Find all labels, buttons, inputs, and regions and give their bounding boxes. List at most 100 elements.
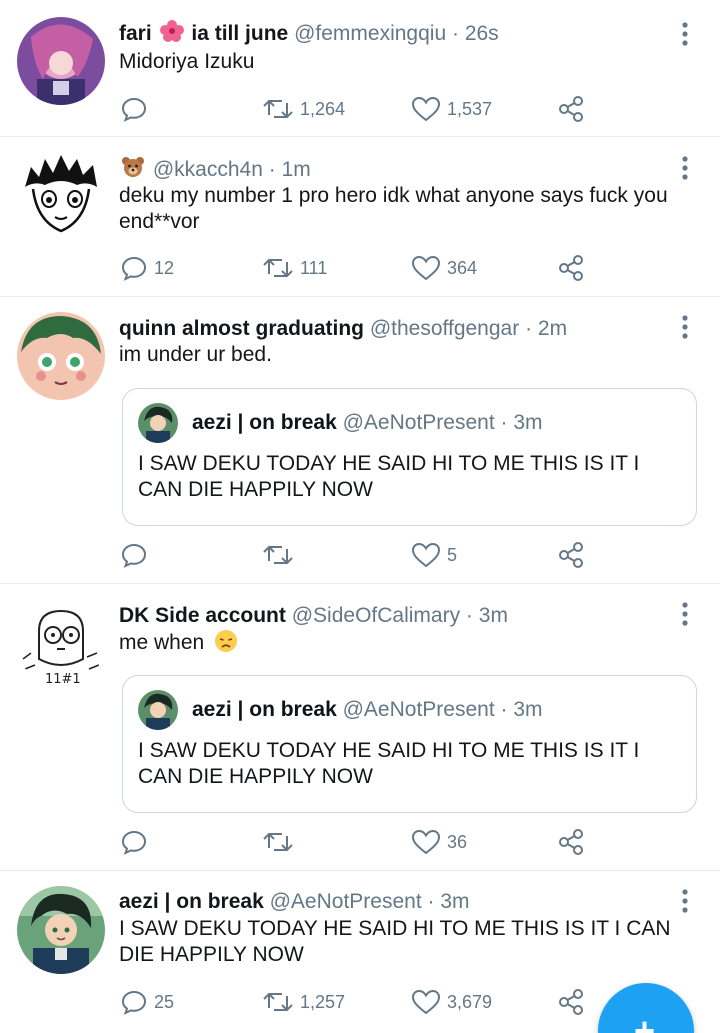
tweet-time[interactable]: 2m bbox=[538, 317, 567, 340]
quoted-tweet[interactable]: aezi | on break @AeNotPresent · 3m I SAW… bbox=[122, 675, 697, 813]
more-options-icon[interactable] bbox=[676, 154, 694, 182]
tweet[interactable]: quinn almost graduating @thesoffgengar ·… bbox=[0, 297, 720, 584]
tweet-text: I SAW DEKU TODAY HE SAID HI TO ME THIS I… bbox=[119, 917, 671, 966]
tweet-text: Midoriya Izuku bbox=[119, 50, 255, 73]
tweet-header: fari ia till june @femmexingqiu · 26s bbox=[119, 18, 499, 50]
share-icon bbox=[559, 829, 583, 855]
tweet-actions: 12 111 364 bbox=[0, 251, 720, 285]
quoted-avatar[interactable] bbox=[138, 403, 178, 443]
retweet-count: 111 bbox=[300, 257, 328, 278]
like-button[interactable]: 36 bbox=[411, 825, 467, 859]
avatar[interactable]: 11#1 bbox=[17, 599, 105, 687]
quoted-tweet-header: aezi | on break @AeNotPresent · 3m bbox=[192, 694, 543, 726]
reply-icon bbox=[121, 830, 147, 855]
avatar[interactable] bbox=[17, 151, 105, 239]
reply-button[interactable] bbox=[120, 538, 154, 572]
share-button[interactable] bbox=[557, 92, 585, 126]
quoted-avatar[interactable] bbox=[138, 690, 178, 730]
share-button[interactable] bbox=[557, 825, 585, 859]
heart-icon bbox=[411, 829, 441, 855]
reply-button[interactable]: 25 bbox=[120, 985, 174, 1019]
separator-dot: · bbox=[500, 698, 508, 721]
quoted-tweet-time: 3m bbox=[513, 411, 543, 434]
user-handle[interactable]: @femmexingqiu bbox=[294, 22, 446, 45]
tweet-time[interactable]: 26s bbox=[465, 22, 499, 45]
separator-dot: · bbox=[465, 604, 473, 627]
reply-count: 25 bbox=[154, 991, 175, 1012]
retweet-button[interactable]: 111 bbox=[262, 251, 327, 285]
share-icon bbox=[559, 542, 583, 568]
like-count: 5 bbox=[447, 544, 458, 565]
heart-icon bbox=[411, 542, 441, 568]
retweet-icon bbox=[263, 99, 293, 119]
tweet-time[interactable]: 3m bbox=[479, 604, 508, 627]
tweet-actions: 1,264 1,537 bbox=[0, 92, 720, 126]
user-handle[interactable]: @AeNotPresent bbox=[270, 890, 422, 913]
avatar[interactable] bbox=[17, 886, 105, 974]
avatar[interactable] bbox=[17, 312, 105, 400]
retweet-button[interactable] bbox=[262, 538, 300, 572]
tweet-time[interactable]: 1m bbox=[282, 158, 311, 181]
reply-icon bbox=[121, 97, 147, 122]
tweet-header: quinn almost graduating @thesoffgengar ·… bbox=[119, 313, 567, 345]
reply-button[interactable] bbox=[120, 825, 154, 859]
retweet-button[interactable]: 1,257 bbox=[262, 985, 345, 1019]
quoted-display-name: aezi | on break bbox=[192, 411, 337, 434]
tweet[interactable]: 11#1 DK Side account @SideOfCalimary · 3… bbox=[0, 584, 720, 871]
tweet-header: @kkacch4n · 1m bbox=[119, 154, 311, 186]
separator-dot: · bbox=[525, 317, 533, 340]
heart-icon bbox=[411, 989, 441, 1015]
separator-dot: · bbox=[451, 22, 459, 45]
svg-text:11#1: 11#1 bbox=[45, 672, 81, 687]
user-handle[interactable]: @thesoffgengar bbox=[370, 317, 519, 340]
tweet-header: aezi | on break @AeNotPresent · 3m bbox=[119, 886, 470, 918]
hibiscus-icon bbox=[159, 20, 184, 52]
disappointed-face-icon bbox=[214, 629, 238, 660]
plus-icon: + bbox=[634, 1010, 656, 1033]
share-button[interactable] bbox=[557, 538, 585, 572]
separator-dot: · bbox=[427, 890, 435, 913]
retweet-button[interactable]: 1,264 bbox=[262, 92, 345, 126]
like-button[interactable]: 1,537 bbox=[411, 92, 492, 126]
retweet-icon bbox=[263, 545, 293, 565]
tweet-actions: 5 bbox=[0, 538, 720, 572]
user-handle[interactable]: @kkacch4n bbox=[153, 158, 263, 181]
like-button[interactable]: 364 bbox=[411, 251, 477, 285]
like-count: 36 bbox=[447, 831, 468, 852]
retweet-icon bbox=[263, 258, 293, 278]
tweet-header: DK Side account @SideOfCalimary · 3m bbox=[119, 600, 508, 632]
quoted-tweet-text: I SAW DEKU TODAY HE SAID HI TO ME THIS I… bbox=[138, 739, 640, 788]
reply-icon bbox=[121, 990, 147, 1015]
tweet[interactable]: fari ia till june @femmexingqiu · 26s Mi… bbox=[0, 0, 720, 137]
more-options-icon[interactable] bbox=[676, 20, 694, 48]
like-button[interactable]: 5 bbox=[411, 538, 457, 572]
tweet-time[interactable]: 3m bbox=[440, 890, 469, 913]
reply-button[interactable]: 12 bbox=[120, 251, 174, 285]
user-handle[interactable]: @SideOfCalimary bbox=[292, 604, 460, 627]
tweet-text-content: me when bbox=[119, 631, 205, 654]
share-icon bbox=[559, 255, 583, 281]
share-icon bbox=[559, 96, 583, 122]
reply-count: 12 bbox=[154, 257, 175, 278]
display-name-suffix: ia till june bbox=[191, 22, 289, 45]
retweet-icon bbox=[263, 832, 293, 852]
more-options-icon[interactable] bbox=[676, 313, 694, 341]
like-button[interactable]: 3,679 bbox=[411, 985, 492, 1019]
heart-icon bbox=[411, 255, 441, 281]
retweet-button[interactable] bbox=[262, 825, 300, 859]
display-name[interactable]: fari bbox=[119, 22, 152, 45]
share-button[interactable] bbox=[557, 251, 585, 285]
share-button[interactable] bbox=[557, 985, 585, 1019]
display-name[interactable]: quinn almost graduating bbox=[119, 317, 364, 340]
tweet[interactable]: @kkacch4n · 1m deku my number 1 pro hero… bbox=[0, 137, 720, 297]
tweet-actions: 36 bbox=[0, 825, 720, 859]
quoted-tweet[interactable]: aezi | on break @AeNotPresent · 3m I SAW… bbox=[122, 388, 697, 526]
more-options-icon[interactable] bbox=[676, 600, 694, 628]
display-name[interactable]: aezi | on break bbox=[119, 890, 264, 913]
reply-button[interactable] bbox=[120, 92, 154, 126]
retweet-icon bbox=[263, 992, 293, 1012]
tweet-text: deku my number 1 pro hero idk what anyon… bbox=[119, 184, 668, 233]
more-options-icon[interactable] bbox=[676, 887, 694, 915]
like-count: 364 bbox=[447, 257, 478, 278]
display-name[interactable]: DK Side account bbox=[119, 604, 286, 627]
